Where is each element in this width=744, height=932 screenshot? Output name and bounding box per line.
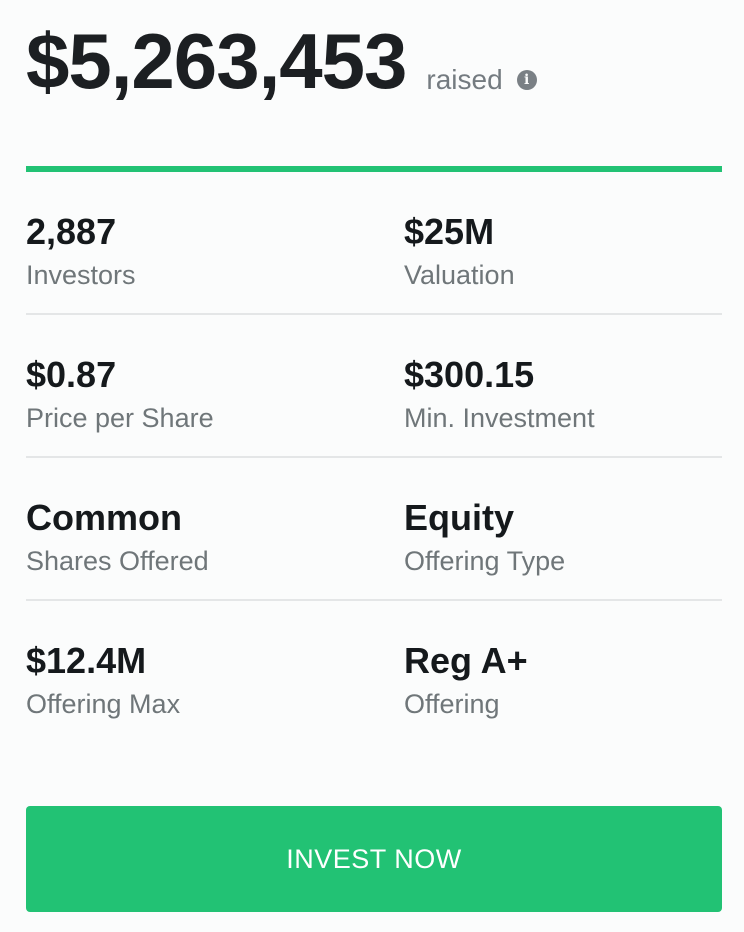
stat-offering-max: $12.4M Offering Max [26, 601, 404, 744]
stat-offering-type: Equity Offering Type [404, 458, 722, 599]
stat-label: Price per Share [26, 403, 214, 433]
stat-value: Reg A+ [404, 640, 528, 681]
stat-label: Offering [404, 689, 500, 719]
stat-row: 2,887 Investors $25M Valuation [26, 172, 722, 315]
stat-valuation: $25M Valuation [404, 172, 722, 313]
invest-now-button[interactable]: INVEST NOW [26, 806, 722, 912]
stat-row: $12.4M Offering Max Reg A+ Offering [26, 601, 722, 744]
stat-value: $0.87 [26, 354, 117, 395]
stat-shares-offered: Common Shares Offered [26, 458, 404, 599]
raised-label-group: raised i [426, 64, 537, 96]
stat-value: $25M [404, 211, 495, 252]
stat-price-per-share: $0.87 Price per Share [26, 315, 404, 456]
stat-label: Investors [26, 260, 136, 290]
raised-summary: $5,263,453 raised i [26, 0, 722, 130]
stat-label: Valuation [404, 260, 515, 290]
stat-offering: Reg A+ Offering [404, 601, 722, 744]
stat-value: 2,887 [26, 211, 117, 252]
raised-label: raised [426, 64, 503, 95]
stat-row: $0.87 Price per Share $300.15 Min. Inves… [26, 315, 722, 458]
stat-label: Offering Type [404, 546, 566, 576]
offering-stats: 2,887 Investors $25M Valuation $0.87 Pri… [26, 172, 722, 744]
stat-value: $300.15 [404, 354, 535, 395]
stat-value: Common [26, 497, 182, 538]
stat-value: $12.4M [26, 640, 147, 681]
stat-investors: 2,887 Investors [26, 172, 404, 313]
stat-label: Offering Max [26, 689, 181, 719]
stat-min-investment: $300.15 Min. Investment [404, 315, 722, 456]
info-icon[interactable]: i [516, 70, 537, 90]
raised-amount: $5,263,453 [26, 17, 407, 105]
stat-label: Min. Investment [404, 403, 595, 433]
offering-summary-card: $5,263,453 raised i 2,887 Investors $25M… [26, 0, 722, 912]
stat-row: Common Shares Offered Equity Offering Ty… [26, 458, 722, 601]
stat-value: Equity [404, 497, 515, 538]
stat-label: Shares Offered [26, 546, 209, 576]
